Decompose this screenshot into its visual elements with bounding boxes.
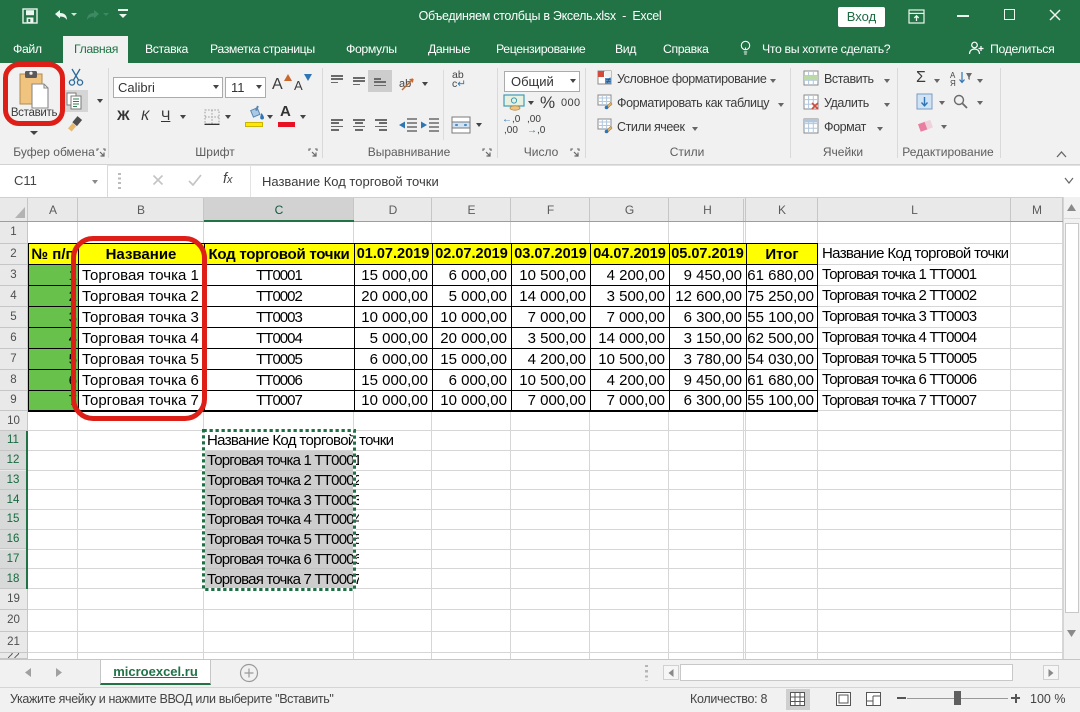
svg-text:ab: ab — [399, 78, 411, 90]
svg-text:≠: ≠ — [606, 76, 611, 86]
svg-text:Я: Я — [950, 79, 956, 86]
